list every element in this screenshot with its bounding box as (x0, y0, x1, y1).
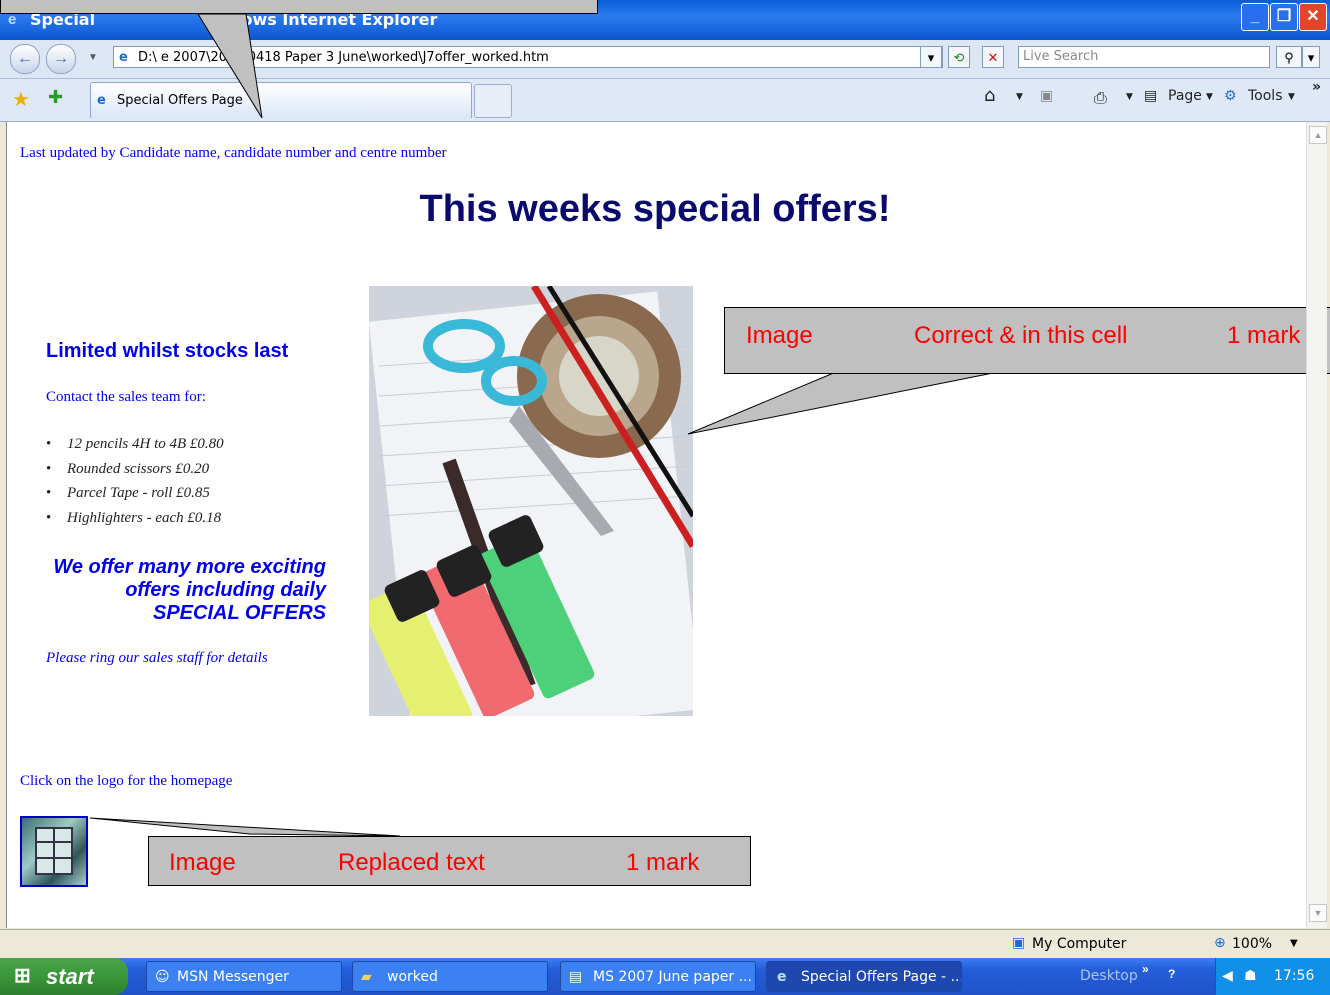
page-icon: e (119, 50, 128, 65)
zone-label: My Computer (1032, 936, 1127, 952)
task-worked[interactable]: ▰ worked (352, 961, 548, 992)
task-ie[interactable]: e Special Offers Page - ... (766, 961, 962, 992)
stationery-image (369, 286, 693, 716)
page-menu-button[interactable]: Page (1168, 88, 1202, 104)
list-item: Parcel Tape - roll £0.85 (46, 485, 224, 510)
list-item: 12 pencils 4H to 4B £0.80 (46, 436, 224, 461)
back-button[interactable]: ← (10, 44, 40, 74)
vertical-scrollbar[interactable]: ▲ ▼ (1306, 122, 1327, 928)
top-callout-box (0, 0, 598, 14)
callout-image-cell: Image Correct & in this cell 1 mark (724, 307, 1330, 374)
task-word[interactable]: ▤ MS 2007 June paper ... (560, 961, 756, 992)
zoom-icon: ⊕ (1214, 935, 1226, 951)
clock[interactable]: 17:56 (1274, 958, 1314, 995)
tray-expand-icon[interactable]: ◀ (1222, 958, 1233, 995)
word-icon: ▤ (569, 969, 583, 985)
scroll-up-button[interactable]: ▲ (1309, 126, 1327, 144)
stop-button[interactable]: ✕ (982, 46, 1004, 68)
gear-icon[interactable]: ⚙ (1224, 88, 1237, 104)
home-dropdown-icon[interactable]: ▼ (1016, 92, 1023, 102)
history-dropdown-icon[interactable]: ▼ (88, 52, 98, 63)
home-icon[interactable]: ⌂ (984, 85, 995, 106)
toolbar-expand-icon[interactable]: » (1142, 962, 1149, 976)
computer-icon: ▣ (1012, 935, 1026, 951)
ring-sales-text: Please ring our sales staff for details (46, 650, 268, 666)
homepage-logo-link[interactable] (20, 816, 88, 887)
zoom-dropdown-icon[interactable]: ▼ (1290, 938, 1298, 949)
feeds-icon[interactable]: ▣ (1040, 88, 1053, 104)
start-button[interactable]: ⊞ start (0, 958, 128, 995)
desktop-toolbar[interactable]: Desktop (1080, 968, 1138, 984)
tab-ie-icon: e (97, 93, 106, 108)
favorites-star-icon[interactable]: ★ (12, 87, 30, 112)
taskbar: ⊞ start ☺ MSN Messenger ▰ worked ▤ MS 20… (0, 958, 1330, 995)
folder-icon: ▰ (361, 969, 372, 985)
scroll-down-button[interactable]: ▼ (1309, 904, 1327, 922)
help-icon[interactable]: ? (1168, 967, 1175, 981)
refresh-button[interactable]: ⟲ (948, 46, 970, 68)
page-dropdown-icon[interactable]: ▼ (1206, 92, 1213, 102)
list-item: Highlighters - each £0.18 (46, 510, 224, 535)
page-heading: This weeks special offers! (419, 188, 891, 230)
search-options-button[interactable]: ▾ (1302, 46, 1320, 68)
windows-logo-icon: ⊞ (14, 965, 31, 987)
task-msn[interactable]: ☺ MSN Messenger (146, 961, 342, 992)
forward-button[interactable]: → (46, 44, 76, 74)
new-tab-button[interactable] (474, 84, 512, 118)
status-bar: ▣ My Computer ⊕ 100% ▼ (0, 929, 1330, 958)
system-tray: ◀ ☗ 17:56 (1215, 958, 1330, 995)
print-icon[interactable]: ⎙ (1094, 88, 1107, 108)
address-dropdown-button[interactable]: ▾ (920, 46, 942, 68)
search-icon[interactable]: ⚲ (1276, 46, 1302, 68)
tab-special-offers[interactable]: e Special Offers Page (90, 82, 472, 118)
network-icon[interactable]: ☗ (1244, 958, 1257, 995)
page-icon-btn[interactable]: ▤ (1144, 88, 1157, 104)
print-dropdown-icon[interactable]: ▼ (1126, 92, 1133, 102)
callout-logo: Image Replaced text 1 mark (148, 836, 751, 886)
tools-menu-button[interactable]: Tools (1248, 88, 1283, 104)
click-logo-text: Click on the logo for the homepage (20, 773, 233, 789)
search-input[interactable]: Live Search (1018, 46, 1270, 68)
contact-text: Contact the sales team for: (46, 389, 206, 405)
more-tools-icon[interactable]: » (1312, 79, 1321, 95)
add-favorites-icon[interactable]: ✚ (48, 87, 63, 108)
logo-image (35, 827, 73, 875)
ie-task-icon: e (777, 969, 787, 985)
zoom-level[interactable]: 100% (1232, 936, 1272, 952)
more-offers-text: We offer many more exciting offers inclu… (53, 556, 326, 624)
callout-pointer-top (197, 14, 263, 119)
list-item: Rounded scissors £0.20 (46, 461, 224, 486)
tools-dropdown-icon[interactable]: ▼ (1288, 92, 1295, 102)
close-button[interactable]: ✕ (1299, 3, 1327, 31)
msn-icon: ☺ (155, 969, 170, 985)
restore-button[interactable]: ❐ (1270, 3, 1298, 31)
limited-stock-heading: Limited whilst stocks last (46, 340, 289, 362)
offers-list: 12 pencils 4H to 4B £0.80 Rounded scisso… (46, 436, 224, 534)
callout-pointer-image (688, 371, 999, 435)
last-updated-text: Last updated by Candidate name, candidat… (20, 145, 447, 161)
stationery-photo (369, 286, 693, 716)
minimize-button[interactable]: _ (1241, 3, 1269, 31)
